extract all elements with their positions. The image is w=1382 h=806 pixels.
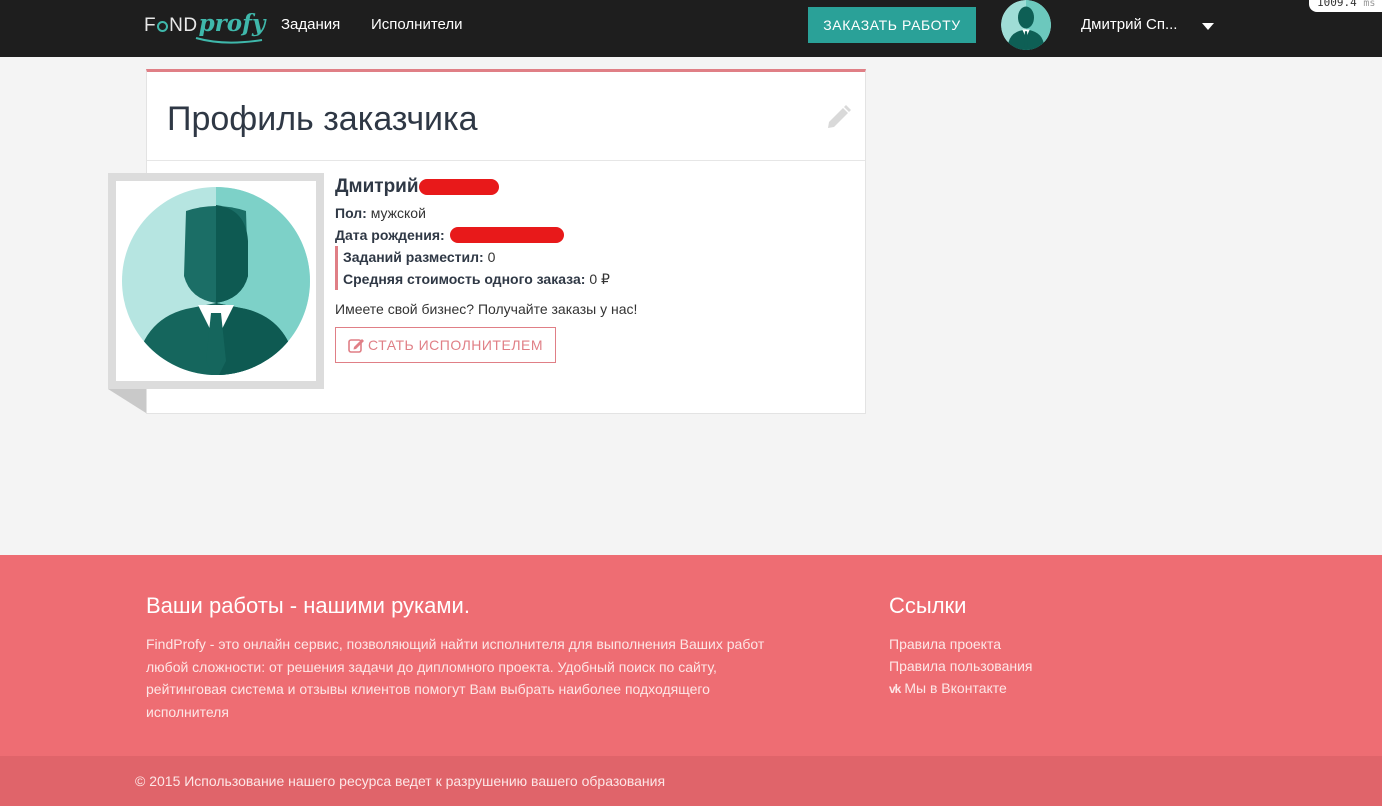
stats-block: Заданий разместил: 0 Средняя стоимость о… <box>335 246 855 290</box>
tasks-posted-value: 0 <box>487 249 496 265</box>
findprofy-logo[interactable]: F ND profy <box>144 10 265 46</box>
become-performer-button[interactable]: СТАТЬ ИСПОЛНИТЕЛЕМ <box>335 327 557 363</box>
pencil-icon[interactable] <box>823 102 853 132</box>
vk-icon: vk <box>889 682 901 696</box>
avatar-person-icon <box>1001 0 1051 50</box>
profile-photo-frame <box>108 173 324 389</box>
profile-name: Дмитрий <box>335 176 419 197</box>
logo-ring-icon <box>157 21 169 32</box>
footer-link-vk[interactable]: vk Мы в Вконтакте <box>889 677 1033 700</box>
order-work-button[interactable]: ЗАКАЗАТЬ РАБОТУ <box>808 7 976 43</box>
top-navbar: F ND profy Задания Исполнители ЗАКАЗАТЬ Р… <box>0 0 1382 57</box>
footer-description: FindProfy - это онлайн сервис, позволяющ… <box>146 636 765 720</box>
user-avatar[interactable] <box>1001 0 1051 50</box>
chevron-down-icon[interactable] <box>1202 23 1214 30</box>
avg-cost-label: Средняя стоимость одного заказа: <box>343 271 586 287</box>
logo-swoosh-icon <box>195 37 263 44</box>
gender-label: Пол: <box>335 205 367 221</box>
nav-username[interactable]: Дмитрий Сп... <box>1081 16 1177 33</box>
profile-info: Дмитрий Пол: мужской Дата рождения: Зада… <box>335 176 855 363</box>
gender-value: мужской <box>370 205 426 221</box>
nav-link-performers[interactable]: Исполнители <box>371 16 463 33</box>
profile-avatar-icon <box>122 187 310 375</box>
avg-cost-value: 0 ₽ <box>589 271 610 287</box>
edit-square-icon <box>348 339 364 353</box>
footer-bottom-bar: © 2015 Использование нашего ресурса веде… <box>0 756 1382 806</box>
photo-fold-decoration <box>108 389 146 413</box>
redaction-mark <box>419 179 499 195</box>
redaction-mark <box>450 227 564 243</box>
tasks-posted-label: Заданий разместил: <box>343 249 484 265</box>
footer-links: Правила проекта Правила пользования vk Мы… <box>889 633 1033 700</box>
page-title: Профиль заказчика <box>167 100 478 138</box>
footer-link-project-rules[interactable]: Правила проекта <box>889 633 1033 655</box>
footer-heading: Ваши работы - нашими руками. <box>146 593 470 618</box>
copyright-text: © 2015 Использование нашего ресурса веде… <box>135 773 666 789</box>
timing-badge: 1009.4 ms <box>1309 0 1382 12</box>
footer: Ваши работы - нашими руками. FindProfy -… <box>0 555 1382 756</box>
footer-links-heading: Ссылки <box>889 593 967 618</box>
promo-text: Имеете свой бизнес? Получайте заказы у н… <box>335 301 638 317</box>
profile-card-header: Профиль заказчика <box>147 72 865 161</box>
footer-link-usage-rules[interactable]: Правила пользования <box>889 655 1033 677</box>
birthdate-label: Дата рождения: <box>335 227 445 243</box>
nav-link-tasks[interactable]: Задания <box>281 16 340 33</box>
